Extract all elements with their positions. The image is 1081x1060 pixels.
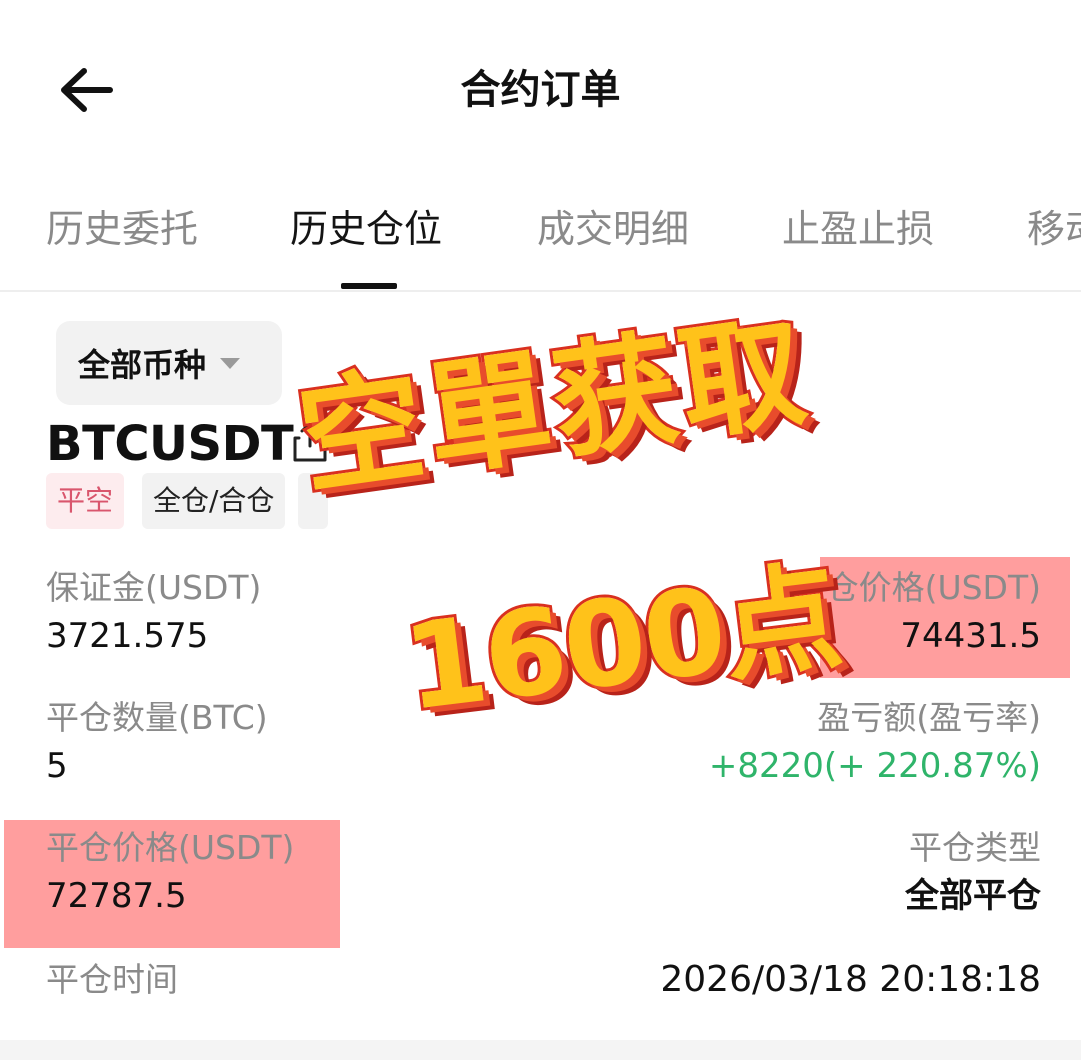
tab-position-history[interactable]: 历史仓位 bbox=[290, 204, 442, 254]
close-quantity-value: 5 bbox=[46, 746, 68, 786]
close-type-label: 平仓类型 bbox=[909, 828, 1041, 867]
pnl-value: +8220(+ 220.87%) bbox=[708, 746, 1041, 786]
overlay-points: 1600点 bbox=[394, 544, 850, 740]
margin-mode-tag: 全仓/合仓 bbox=[142, 473, 286, 529]
open-price-value: 74431.5 bbox=[900, 616, 1041, 656]
coin-filter-label: 全部币种 bbox=[78, 346, 207, 384]
close-price-label: 平仓价格(USDT) bbox=[46, 828, 295, 867]
close-price-value: 72787.5 bbox=[46, 876, 187, 916]
bottom-divider bbox=[0, 1040, 1081, 1060]
active-tab-indicator bbox=[341, 283, 397, 289]
close-time-value: 2026/03/18 20:18:18 bbox=[660, 959, 1041, 1000]
side-tag: 平空 bbox=[46, 473, 125, 529]
pnl-label: 盈亏额(盈亏率) bbox=[817, 698, 1041, 737]
tab-trade-details[interactable]: 成交明细 bbox=[537, 204, 689, 254]
close-time-label: 平仓时间 bbox=[46, 960, 178, 999]
overlay-headline: 空單获取 bbox=[288, 296, 821, 516]
tabs-divider bbox=[0, 290, 1081, 292]
caret-down-icon bbox=[220, 357, 241, 369]
tab-bar: 历史委托 历史仓位 成交明细 止盈止损 移动 bbox=[0, 190, 1081, 290]
page-title: 合约订单 bbox=[460, 67, 621, 113]
margin-label: 保证金(USDT) bbox=[46, 568, 262, 607]
tab-tp-sl[interactable]: 止盈止损 bbox=[782, 204, 934, 254]
margin-value: 3721.575 bbox=[46, 616, 209, 656]
position-symbol: BTCUSDT bbox=[46, 416, 294, 472]
tab-order-history[interactable]: 历史委托 bbox=[46, 204, 198, 254]
close-type-value: 全部平仓 bbox=[905, 876, 1041, 916]
coin-filter-dropdown[interactable]: 全部币种 bbox=[56, 321, 282, 405]
close-quantity-label: 平仓数量(BTC) bbox=[46, 698, 268, 737]
tab-trailing[interactable]: 移动 bbox=[1027, 204, 1081, 254]
